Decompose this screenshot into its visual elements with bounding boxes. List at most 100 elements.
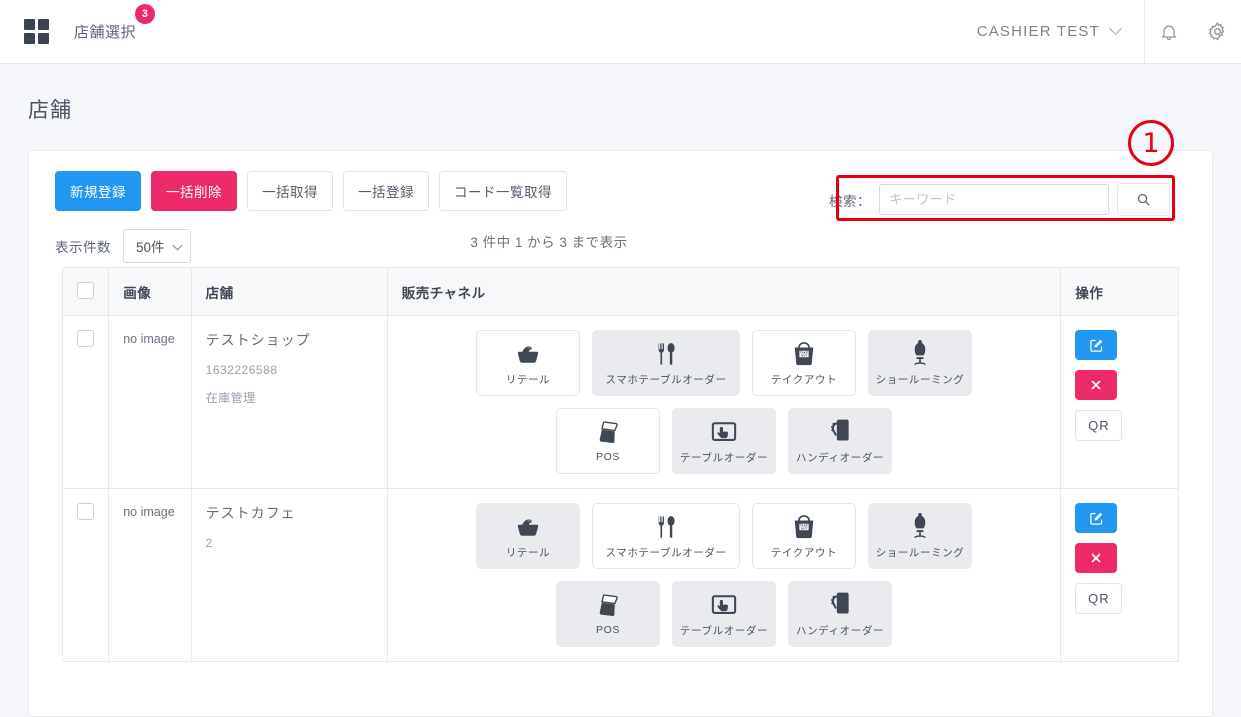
- channel-tile[interactable]: POS: [556, 408, 661, 474]
- record-count-info: 3 件中 1 から 3 まで表示: [470, 235, 628, 250]
- th-select-all: [61, 267, 110, 316]
- channel-tile[interactable]: スマホテーブルオーダー: [592, 503, 741, 569]
- takeout-bag-icon: TAKE OUT: [792, 513, 816, 539]
- row-select-cell: [61, 315, 110, 489]
- bulk-register-button[interactable]: 一括登録: [343, 171, 429, 211]
- store-select-label: 店舗選択: [74, 24, 137, 41]
- row-channels-cell: リテール スマホテーブルオーダー TAKE OUT テイクアウト ショールーミング POS テ…: [386, 315, 1062, 489]
- delete-button[interactable]: [1075, 370, 1118, 400]
- channel-tile-label: ハンディオーダー: [795, 624, 885, 637]
- channel-tile[interactable]: リテール: [476, 503, 581, 569]
- select-all-checkbox[interactable]: [77, 281, 94, 299]
- channel-tile-label: ショールーミング: [875, 373, 965, 386]
- search-label: 検索：: [829, 193, 871, 209]
- row-actions: QR: [1075, 503, 1164, 614]
- channel-tile-label: ショールーミング: [875, 546, 965, 559]
- channel-tile[interactable]: スマホテーブルオーダー: [592, 330, 741, 396]
- store-code: 2: [205, 536, 213, 550]
- chevron-down-icon: [1109, 22, 1122, 36]
- top-navigation-bar: 店舗選択 3 CASHIER TEST: [0, 0, 1241, 64]
- bell-icon: [1161, 25, 1177, 40]
- page-title: 店舗: [28, 99, 72, 122]
- channel-tile[interactable]: TAKE OUT テイクアウト: [752, 503, 857, 569]
- channel-row-2: POS テーブルオーダー ハンディオーダー: [402, 408, 1047, 474]
- no-image-text: no image: [123, 505, 175, 519]
- channel-row-1: リテール スマホテーブルオーダー TAKE OUT テイクアウト ショールーミング: [402, 503, 1047, 569]
- channel-tile-label: POS: [596, 451, 620, 463]
- channel-tile[interactable]: ショールーミング: [868, 330, 973, 396]
- code-list-get-button[interactable]: コード一覧取得: [439, 171, 567, 211]
- delete-button[interactable]: [1075, 543, 1118, 573]
- store-code: 1632226588: [205, 363, 278, 377]
- channel-tile[interactable]: リテール: [476, 330, 581, 396]
- takeout-bag-icon: TAKE OUT: [792, 340, 816, 366]
- store-select-menu[interactable]: 店舗選択 3: [72, 4, 156, 46]
- channel-row-1: リテール スマホテーブルオーダー TAKE OUT テイクアウト ショールーミング: [402, 330, 1047, 396]
- channel-tile[interactable]: ハンディオーダー: [788, 581, 893, 647]
- row-image-cell: no image: [108, 315, 192, 489]
- qr-button[interactable]: QR: [1075, 583, 1123, 614]
- pos-terminal-icon: [596, 419, 620, 445]
- no-image-text: no image: [123, 332, 175, 346]
- new-register-button[interactable]: 新規登録: [55, 171, 141, 211]
- row-store-cell: テストショップ 1632226588 在庫管理: [190, 315, 388, 489]
- grid-icon: [23, 19, 49, 44]
- svg-text:OUT: OUT: [801, 526, 808, 530]
- channel-tile[interactable]: TAKE OUT テイクアウト: [752, 330, 857, 396]
- table-header: 画像 店舗 販売チャネル 操作: [61, 267, 1179, 316]
- edit-button[interactable]: [1075, 503, 1118, 533]
- th-image: 画像: [108, 267, 192, 316]
- search-icon: [1137, 193, 1150, 206]
- store-select-badge: 3: [135, 4, 156, 24]
- user-menu[interactable]: CASHIER TEST: [977, 22, 1144, 40]
- bulk-get-button[interactable]: 一括取得: [247, 171, 333, 211]
- basket-icon: [515, 340, 541, 366]
- channel-tile-label: スマホテーブルオーダー: [605, 546, 727, 559]
- channel-tile-label: テーブルオーダー: [679, 624, 769, 637]
- channel-tile-label: リテール: [505, 546, 551, 559]
- table-meta-row: 表示件数 50件 3 件中 1 から 3 まで表示: [29, 211, 1212, 267]
- table-header-row: 画像 店舗 販売チャネル 操作: [61, 267, 1179, 316]
- row-checkbox[interactable]: [77, 503, 94, 520]
- gear-icon: [1208, 22, 1224, 41]
- row-image-cell: no image: [108, 488, 192, 662]
- th-store: 店舗: [190, 267, 388, 316]
- channel-tile-label: スマホテーブルオーダー: [605, 373, 727, 386]
- stores-card: 新規登録 一括削除 一括取得 一括登録 コード一覧取得 検索： 表示件数 50件…: [28, 150, 1213, 717]
- bulk-delete-button[interactable]: 一括削除: [151, 171, 237, 211]
- row-actions: QR: [1075, 330, 1164, 441]
- settings-button[interactable]: [1193, 0, 1241, 64]
- qr-button[interactable]: QR: [1075, 410, 1123, 441]
- channel-tile[interactable]: テーブルオーダー: [672, 581, 777, 647]
- pos-terminal-icon: [596, 592, 620, 618]
- row-checkbox[interactable]: [77, 330, 94, 347]
- tablet-touch-icon: [711, 591, 737, 617]
- store-name: テストショップ: [205, 332, 311, 348]
- row-store-cell: テストカフェ 2: [190, 488, 388, 662]
- page-length-value: 50件: [136, 240, 165, 255]
- table-row: no image テストショップ 1632226588 在庫管理 リテール スマホテーブル…: [61, 315, 1179, 489]
- edit-button[interactable]: [1075, 330, 1118, 360]
- channel-tile-label: テイクアウト: [770, 546, 838, 559]
- cutlery-icon: [654, 340, 678, 366]
- channel-tile[interactable]: ショールーミング: [868, 503, 973, 569]
- channel-tile[interactable]: POS: [556, 581, 661, 647]
- notifications-button[interactable]: [1145, 0, 1193, 64]
- app-menu-button[interactable]: [0, 19, 72, 44]
- th-operation: 操作: [1060, 267, 1179, 316]
- channel-tile-label: テイクアウト: [770, 373, 838, 386]
- table-body: no image テストショップ 1632226588 在庫管理 リテール スマホテーブル…: [61, 315, 1179, 662]
- page-length-select[interactable]: 50件: [123, 229, 191, 263]
- table-row: no image テストカフェ 2 リテール スマホテーブルオーダー TAKE OUT テイク…: [61, 488, 1179, 662]
- channel-tile[interactable]: ハンディオーダー: [788, 408, 893, 474]
- cutlery-icon: [654, 513, 678, 539]
- store-name: テストカフェ: [205, 505, 296, 521]
- channel-tile-label: テーブルオーダー: [679, 451, 769, 464]
- channel-tile[interactable]: テーブルオーダー: [672, 408, 777, 474]
- tablet-touch-icon: [711, 418, 737, 444]
- channel-tile-label: リテール: [505, 373, 551, 386]
- th-channels: 販売チャネル: [386, 267, 1062, 316]
- row-operation-cell: QR: [1060, 488, 1179, 662]
- mannequin-icon: [910, 512, 930, 539]
- stores-table: 画像 店舗 販売チャネル 操作 no image テストショップ 163222658…: [61, 267, 1179, 662]
